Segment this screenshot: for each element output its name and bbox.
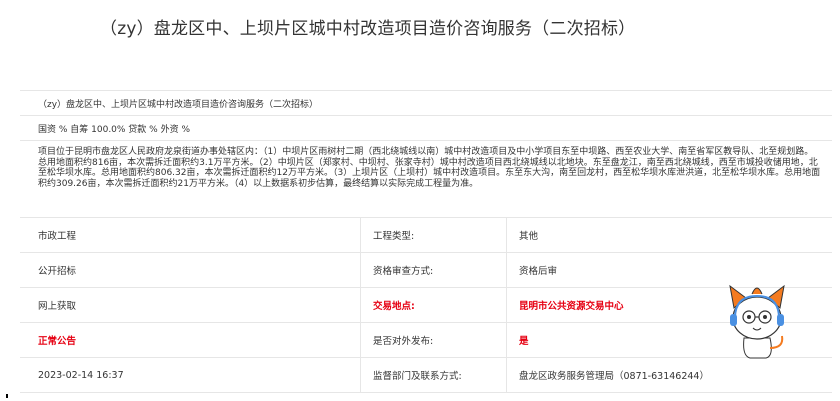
trading-location-label: 交易地点:: [360, 288, 506, 322]
table-row: 正常公告 是否对外发布: 是: [20, 323, 832, 358]
page-title: （zy）盘龙区中、上坝片区城中村改造项目造价咨询服务（二次招标）: [100, 19, 636, 39]
engineering-type-value: 其他: [506, 218, 832, 252]
project-name-value: （zy）盘龙区中、上坝片区城中村改造项目造价咨询服务（二次招标）: [38, 99, 319, 110]
publish-time: 2023-02-14 16:37: [38, 369, 124, 381]
tender-method: 公开招标: [38, 266, 77, 277]
project-category: 市政工程: [38, 231, 77, 242]
funding-value: 国资 % 自筹 100.0% 贷款 % 外资 %: [38, 124, 190, 135]
project-name-row: （zy）盘龙区中、上坝片区城中村改造项目造价咨询服务（二次招标）: [20, 91, 832, 116]
table-row: 市政工程 工程类型: 其他: [20, 218, 832, 253]
supervision-value: 盘龙区政务服务管理局（0871-63146244）: [506, 358, 832, 392]
announcement-status: 正常公告: [38, 336, 77, 347]
stray-marker: [6, 394, 8, 398]
description-row: 项目位于昆明市盘龙区人民政府龙泉街道办事处辖区内：（1）中坝片区雨树村二期（西北…: [20, 141, 832, 218]
funding-row: 国资 % 自筹 100.0% 贷款 % 外资 %: [20, 116, 832, 141]
cartoon-mascot-icon[interactable]: [724, 282, 790, 362]
supervision-label: 监督部门及联系方式:: [360, 358, 506, 392]
table-row: 2023-02-14 16:37 监督部门及联系方式: 盘龙区政务服务管理局（0…: [20, 358, 832, 393]
engineering-type-label: 工程类型:: [360, 218, 506, 252]
public-release-label: 是否对外发布:: [360, 323, 506, 357]
qualification-review-label: 资格审查方式:: [360, 253, 506, 287]
project-description: 项目位于昆明市盘龙区人民政府龙泉街道办事处辖区内：（1）中坝片区雨树村二期（西北…: [38, 147, 821, 189]
document-acquisition: 网上获取: [38, 301, 77, 312]
table-row: 网上获取 交易地点: 昆明市公共资源交易中心: [20, 288, 832, 323]
project-info-table: （zy）盘龙区中、上坝片区城中村改造项目造价咨询服务（二次招标） 国资 % 自筹…: [20, 90, 832, 393]
table-row: 公开招标 资格审查方式: 资格后审: [20, 253, 832, 288]
